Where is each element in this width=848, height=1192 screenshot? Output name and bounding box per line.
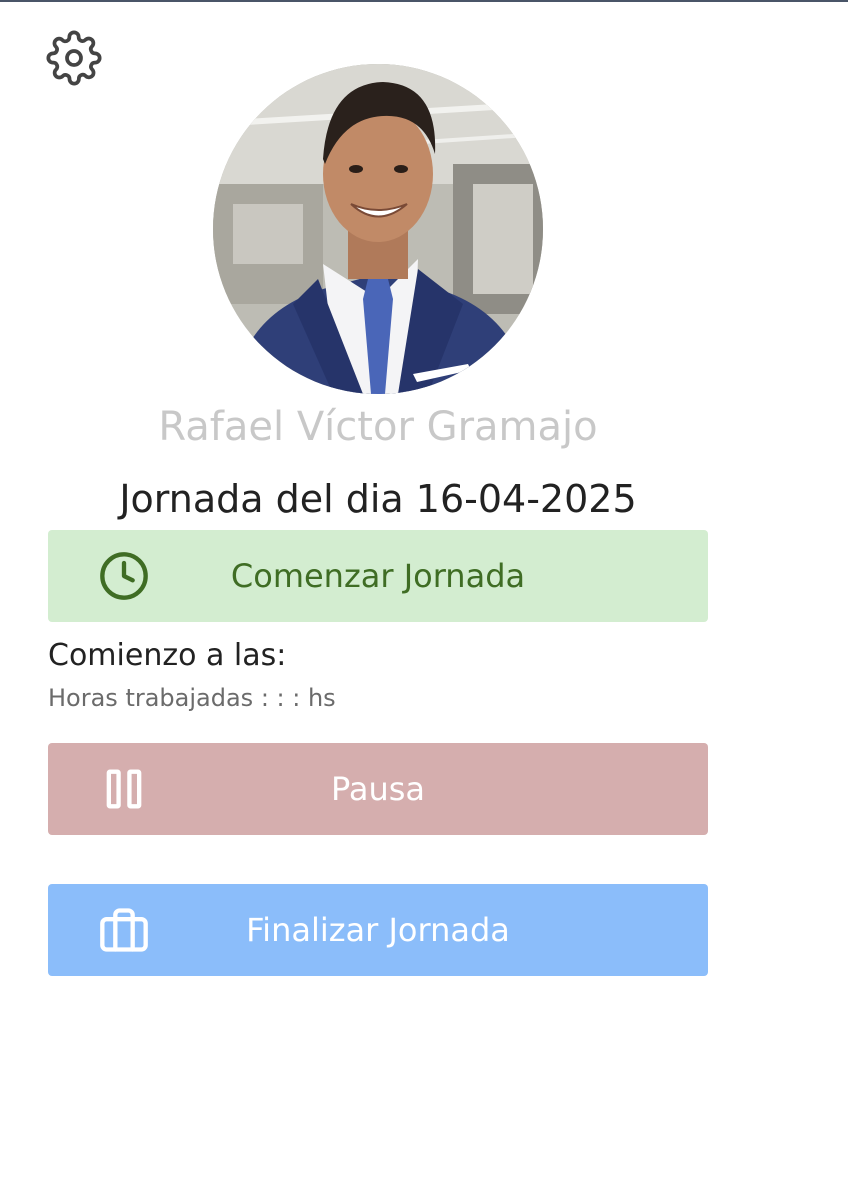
pause-label: Pausa [330, 770, 426, 808]
finish-workday-button[interactable]: Finalizar Jornada [48, 884, 708, 976]
settings-button[interactable] [46, 30, 102, 86]
start-workday-button[interactable]: Comenzar Jornada [48, 530, 708, 622]
finish-workday-label: Finalizar Jornada [246, 911, 510, 949]
user-name: Rafael Víctor Gramajo [158, 404, 598, 450]
top-border [0, 0, 848, 2]
avatar-photo [213, 64, 543, 394]
avatar [213, 64, 543, 394]
hours-worked-label: Horas trabajadas : : : hs [48, 684, 336, 712]
gear-icon [46, 30, 102, 86]
pause-button[interactable]: Pausa [48, 743, 708, 835]
workday-title: Jornada del dia 16-04-2025 [119, 477, 637, 521]
start-workday-label: Comenzar Jornada [230, 557, 526, 595]
start-time-label: Comienzo a las: [48, 638, 287, 673]
